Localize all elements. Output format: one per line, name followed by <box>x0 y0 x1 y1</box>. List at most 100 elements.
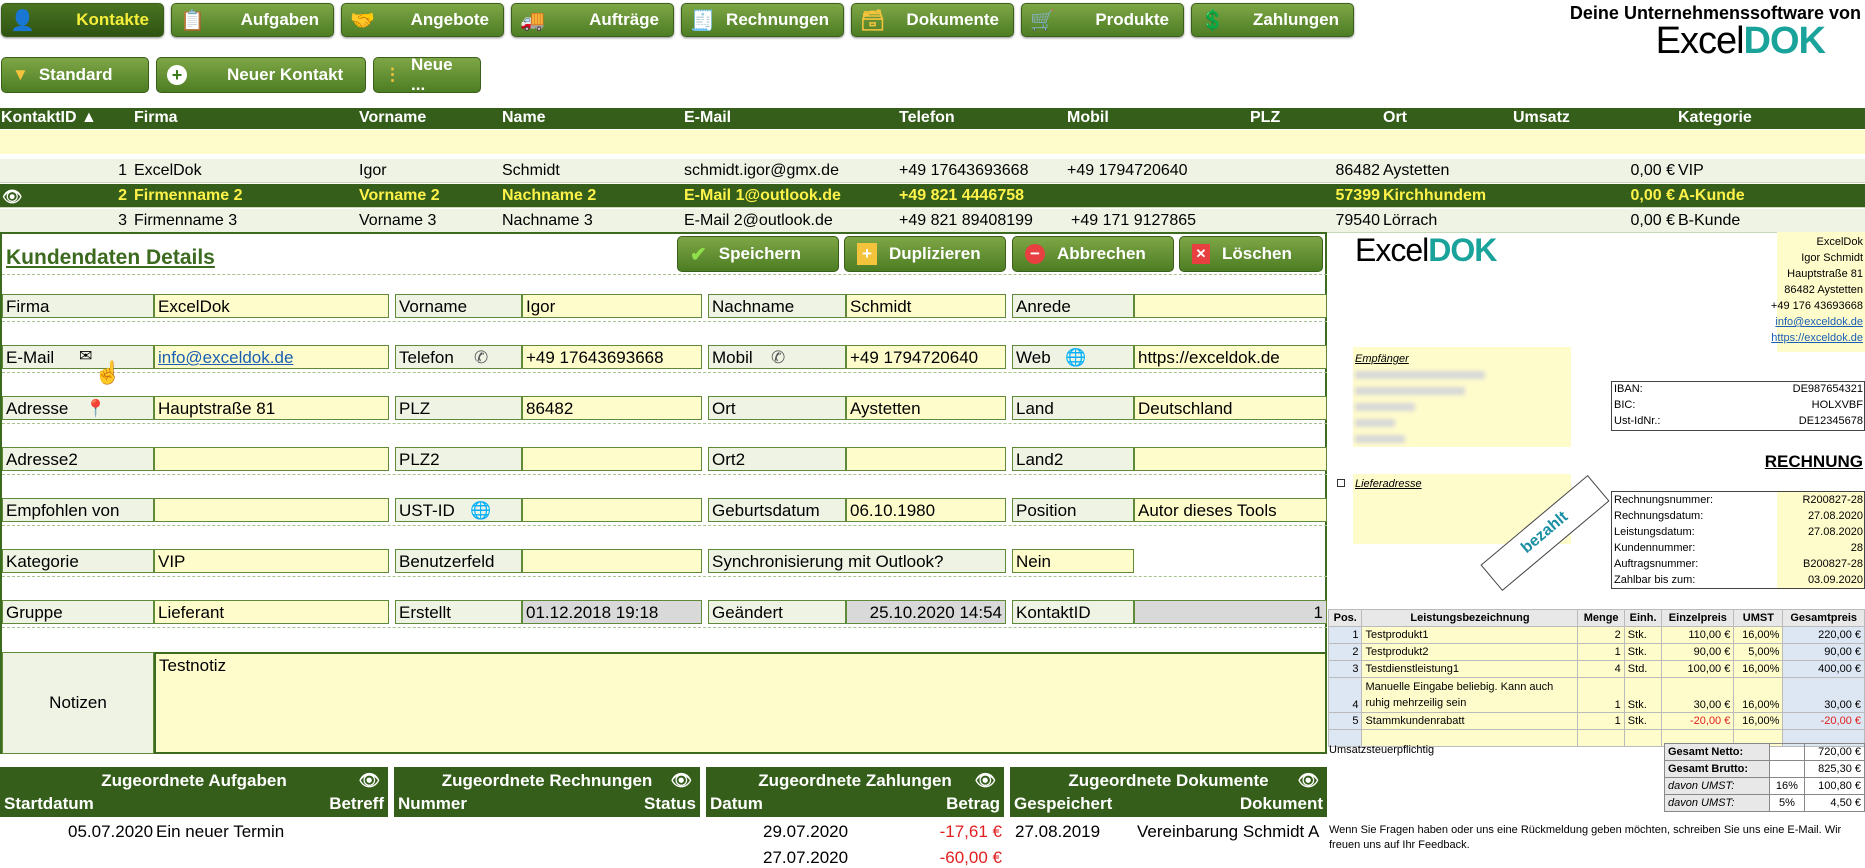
table-row[interactable]: 1 ExcelDok Igor Schmidt schmidt.igor@gmx… <box>0 159 1865 183</box>
standard-button[interactable]: ▼ Standard <box>1 57 149 93</box>
zahlung-amount[interactable]: -17,61 € <box>940 822 1002 842</box>
tab-kontakte[interactable]: 👤 Kontakte <box>1 3 164 37</box>
plz-field[interactable]: 86482 <box>522 396 702 420</box>
nachname-field[interactable]: Schmidt <box>846 294 1006 318</box>
land2-field[interactable] <box>1134 447 1327 471</box>
col-ort[interactable]: Ort <box>1383 109 1407 127</box>
kategorie-label: Kategorie <box>2 549 154 573</box>
ort-label: Ort <box>708 396 846 420</box>
cancel-button[interactable]: − Abbrechen <box>1012 236 1174 272</box>
firma-field[interactable]: ExcelDok <box>154 294 389 318</box>
col-kategorie[interactable]: Kategorie <box>1678 109 1752 127</box>
new-more-button[interactable]: ⋮ Neue ... <box>373 55 481 94</box>
position-field[interactable]: Autor dieses Tools <box>1134 498 1327 522</box>
notizen-field[interactable]: Testnotiz <box>154 652 1327 754</box>
kategorie-field[interactable]: VIP <box>154 549 389 573</box>
eye-icon[interactable]: 👁 <box>1297 771 1319 791</box>
adresse2-field[interactable] <box>154 447 389 471</box>
dokument-text[interactable]: Vereinbarung Schmidt A <box>1137 822 1319 842</box>
zahlung-date[interactable]: 27.07.2020 <box>763 848 848 868</box>
sync-field[interactable]: Nein <box>1012 549 1134 573</box>
col-vorname[interactable]: Vorname <box>359 109 426 127</box>
adresse-field[interactable]: Hauptstraße 81 <box>154 396 389 420</box>
payments-icon: 💲 <box>1200 9 1225 32</box>
col-kontaktid[interactable]: KontaktID ▲ <box>1 109 97 127</box>
more-icon: ⋮ <box>384 65 401 84</box>
land-field[interactable]: Deutschland <box>1134 396 1327 420</box>
phone-icon[interactable]: ✆ <box>771 348 785 368</box>
aufgabe-date[interactable]: 05.07.2020 <box>68 822 153 842</box>
col-telefon[interactable]: Telefon <box>899 109 955 127</box>
filter-icon: ▼ <box>12 65 29 84</box>
globe-icon[interactable]: 🌐 <box>1065 348 1086 368</box>
map-pin-icon[interactable]: 📍 <box>85 399 106 419</box>
save-button[interactable]: ✔ Speichern <box>677 236 839 272</box>
detail-panel: Kundendaten Details ✔ Speichern + Duplizie… <box>0 232 1327 754</box>
telefon-field[interactable]: +49 17643693668 <box>522 345 702 369</box>
table-row[interactable]: 3 Firmenname 3 Vorname 3 Nachname 3 E-Ma… <box>0 209 1865 233</box>
new-contact-button[interactable]: + Neuer Kontakt <box>156 57 366 93</box>
kontaktid-label: KontaktID <box>1012 600 1134 624</box>
ustid-field[interactable] <box>522 498 702 522</box>
dokumente-section-header: Zugeordnete Dokumente 👁 Gespeichert Doku… <box>1010 767 1327 817</box>
eye-icon[interactable]: 👁 <box>974 771 996 791</box>
tab-auftraege[interactable]: 🚚 Aufträge <box>511 3 674 37</box>
benutzerfeld-label: Benutzerfeld <box>395 549 522 573</box>
globe-icon[interactable]: 🌐 <box>470 501 491 521</box>
col-plz[interactable]: PLZ <box>1250 109 1280 127</box>
documents-icon: 🗃 <box>860 9 886 32</box>
send-mail-icon[interactable]: ✉ <box>79 346 92 366</box>
erstellt-label: Erstellt <box>395 600 522 624</box>
eye-icon[interactable]: 👁 <box>358 771 380 791</box>
filter-row[interactable] <box>0 130 1865 154</box>
geburtsdatum-field[interactable]: 06.10.1980 <box>846 498 1006 522</box>
ort2-label: Ort2 <box>708 447 846 471</box>
tab-angebote[interactable]: 🤝 Angebote <box>341 3 504 37</box>
email-field[interactable]: info@exceldok.de <box>154 345 389 369</box>
table-row-selected[interactable]: 👁 2 Firmenname 2 Vorname 2 Nachname 2 E-… <box>0 184 1865 208</box>
tab-zahlungen[interactable]: 💲 Zahlungen <box>1191 3 1354 37</box>
col-firma[interactable]: Firma <box>134 109 178 127</box>
duplicate-icon: + <box>857 243 877 265</box>
col-name[interactable]: Name <box>502 109 546 127</box>
nachname-label: Nachname <box>708 294 846 318</box>
web-label: Web 🌐 <box>1012 345 1134 369</box>
anrede-field[interactable] <box>1134 294 1327 318</box>
col-umsatz[interactable]: Umsatz <box>1513 109 1570 127</box>
mobil-label: Mobil ✆ <box>708 345 846 369</box>
gruppe-label: Gruppe <box>2 600 154 624</box>
tab-produkte[interactable]: 🛒 Produkte <box>1021 3 1184 37</box>
tasks-icon: 📋 <box>180 9 205 32</box>
eye-icon: 👁 <box>2 189 23 206</box>
dokument-date[interactable]: 27.08.2019 <box>1015 822 1100 842</box>
gruppe-field[interactable]: Lieferant <box>154 600 389 624</box>
benutzerfeld-field[interactable] <box>522 549 702 573</box>
empfohlen-field[interactable] <box>154 498 389 522</box>
invoice-totals: Gesamt Netto: 720,00 € Gesamt Brutto: 825,… <box>1664 743 1865 812</box>
empfohlen-label: Empfohlen von <box>2 498 154 522</box>
zahlung-amount[interactable]: -60,00 € <box>940 848 1002 868</box>
ort2-field[interactable] <box>846 447 1006 471</box>
aufgabe-text[interactable]: Ein neuer Termin <box>156 822 284 842</box>
tab-dokumente[interactable]: 🗃 Dokumente <box>851 3 1014 37</box>
vorname-field[interactable]: Igor <box>522 294 702 318</box>
duplicate-button[interactable]: + Duplizieren <box>844 236 1006 272</box>
col-mobil[interactable]: Mobil <box>1067 109 1109 127</box>
col-email[interactable]: E-Mail <box>684 109 731 127</box>
tab-aufgaben[interactable]: 📋 Aufgaben <box>171 3 334 37</box>
aufgaben-section-header: Zugeordnete Aufgaben 👁 Startdatum Betref… <box>0 767 388 817</box>
adresse-label: Adresse 📍 <box>2 396 154 420</box>
lieferadresse-checkbox[interactable] <box>1337 479 1345 487</box>
eye-icon[interactable]: 👁 <box>670 771 692 791</box>
mobil-field[interactable]: +49 1794720640 <box>846 345 1006 369</box>
phone-icon[interactable]: ✆ <box>474 348 488 368</box>
delete-button[interactable]: ✕ Löschen <box>1179 236 1323 272</box>
vorname-label: Vorname <box>395 294 522 318</box>
ort-field[interactable]: Aystetten <box>846 396 1006 420</box>
web-field[interactable]: https://exceldok.de <box>1134 345 1327 369</box>
plz2-field[interactable] <box>522 447 702 471</box>
tab-rechnungen[interactable]: 🧾 Rechnungen <box>681 3 844 37</box>
zahlungen-section-header: Zugeordnete Zahlungen 👁 Datum Betrag <box>706 767 1004 817</box>
zahlung-date[interactable]: 29.07.2020 <box>763 822 848 842</box>
truck-icon: 🚚 <box>520 9 545 32</box>
